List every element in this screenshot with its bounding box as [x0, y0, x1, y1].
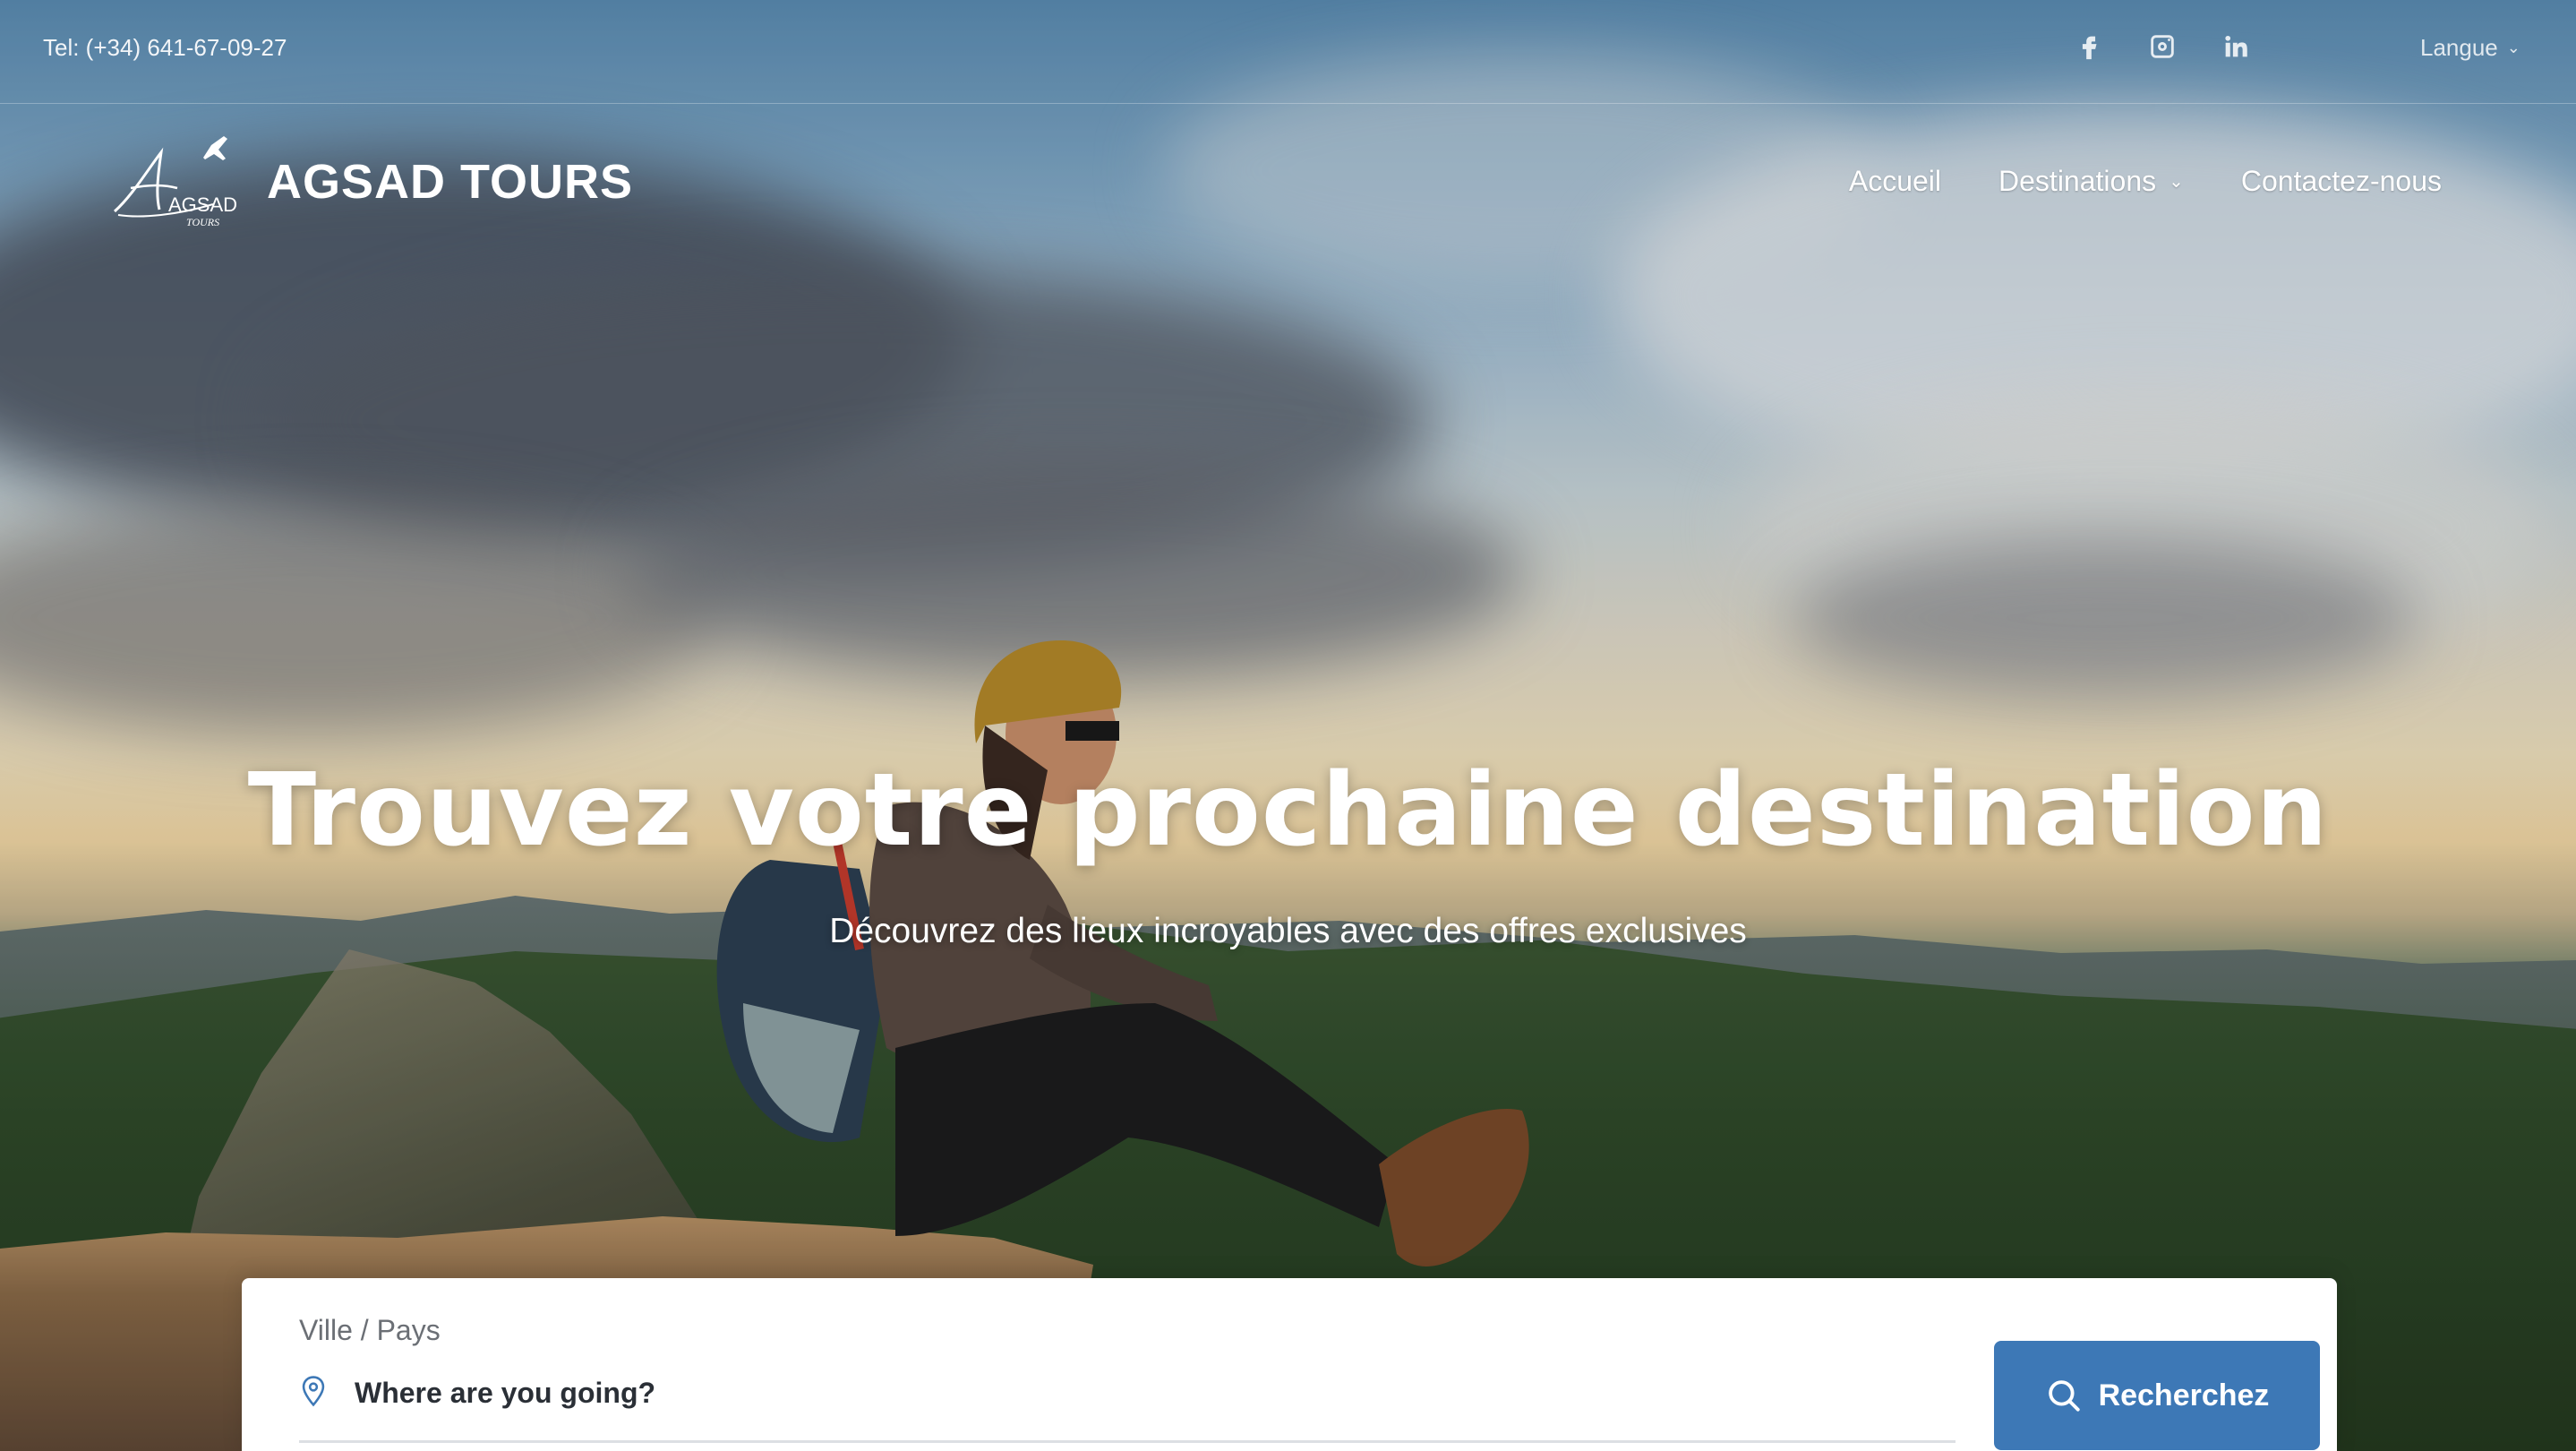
site-logo[interactable]: AGSAD TOURS AGSAD TOURS	[106, 133, 633, 231]
nav-item-accueil[interactable]: Accueil	[1849, 165, 1941, 198]
facebook-icon[interactable]	[2071, 29, 2107, 64]
nav-menu: Accueil Destinations ⌄ Contactez-nous	[1849, 165, 2442, 198]
destination-field	[299, 1373, 1956, 1443]
social-links	[2071, 29, 2254, 64]
hero-title: Trouvez votre prochaine destination	[247, 752, 2329, 869]
nav-item-label: Accueil	[1848, 165, 1942, 197]
logo-text: AGSAD	[168, 193, 237, 216]
language-label: Langue	[2420, 34, 2498, 61]
search-button[interactable]: Recherchez	[1994, 1341, 2320, 1450]
search-icon	[2048, 1380, 2080, 1412]
top-bar: Tel: (+34) 641-67-09-27 Langue ⌄	[0, 0, 2576, 104]
search-panel: Ville / Pays Recherchez	[242, 1278, 2337, 1451]
phone-number: Tel: (+34) 641-67-09-27	[43, 34, 287, 61]
instagram-icon[interactable]	[2144, 29, 2180, 64]
search-button-label: Recherchez	[2098, 1378, 2270, 1412]
chevron-down-icon: ⌄	[2506, 39, 2520, 56]
nav-item-contact[interactable]: Contactez-nous	[2241, 165, 2442, 198]
linkedin-icon[interactable]	[2218, 29, 2254, 64]
chevron-down-icon: ⌄	[2169, 172, 2184, 192]
language-selector[interactable]: Langue ⌄	[2420, 34, 2520, 62]
logo-subtext: TOURS	[186, 216, 219, 228]
map-pin-icon	[299, 1375, 328, 1412]
hero-subtitle: Découvrez des lieux incroyables avec des…	[829, 912, 1747, 950]
destination-label: Ville / Pays	[299, 1314, 441, 1346]
nav-item-destinations[interactable]: Destinations ⌄	[1998, 165, 2184, 198]
brand-name: AGSAD TOURS	[267, 155, 634, 209]
main-navbar: AGSAD TOURS AGSAD TOURS Accueil Destinat…	[0, 104, 2576, 265]
nav-item-label: Destinations	[1998, 165, 2157, 197]
logo-mark: AGSAD TOURS	[113, 136, 237, 228]
nav-item-label: Contactez-nous	[2240, 165, 2442, 197]
destination-input[interactable]	[355, 1373, 1877, 1412]
